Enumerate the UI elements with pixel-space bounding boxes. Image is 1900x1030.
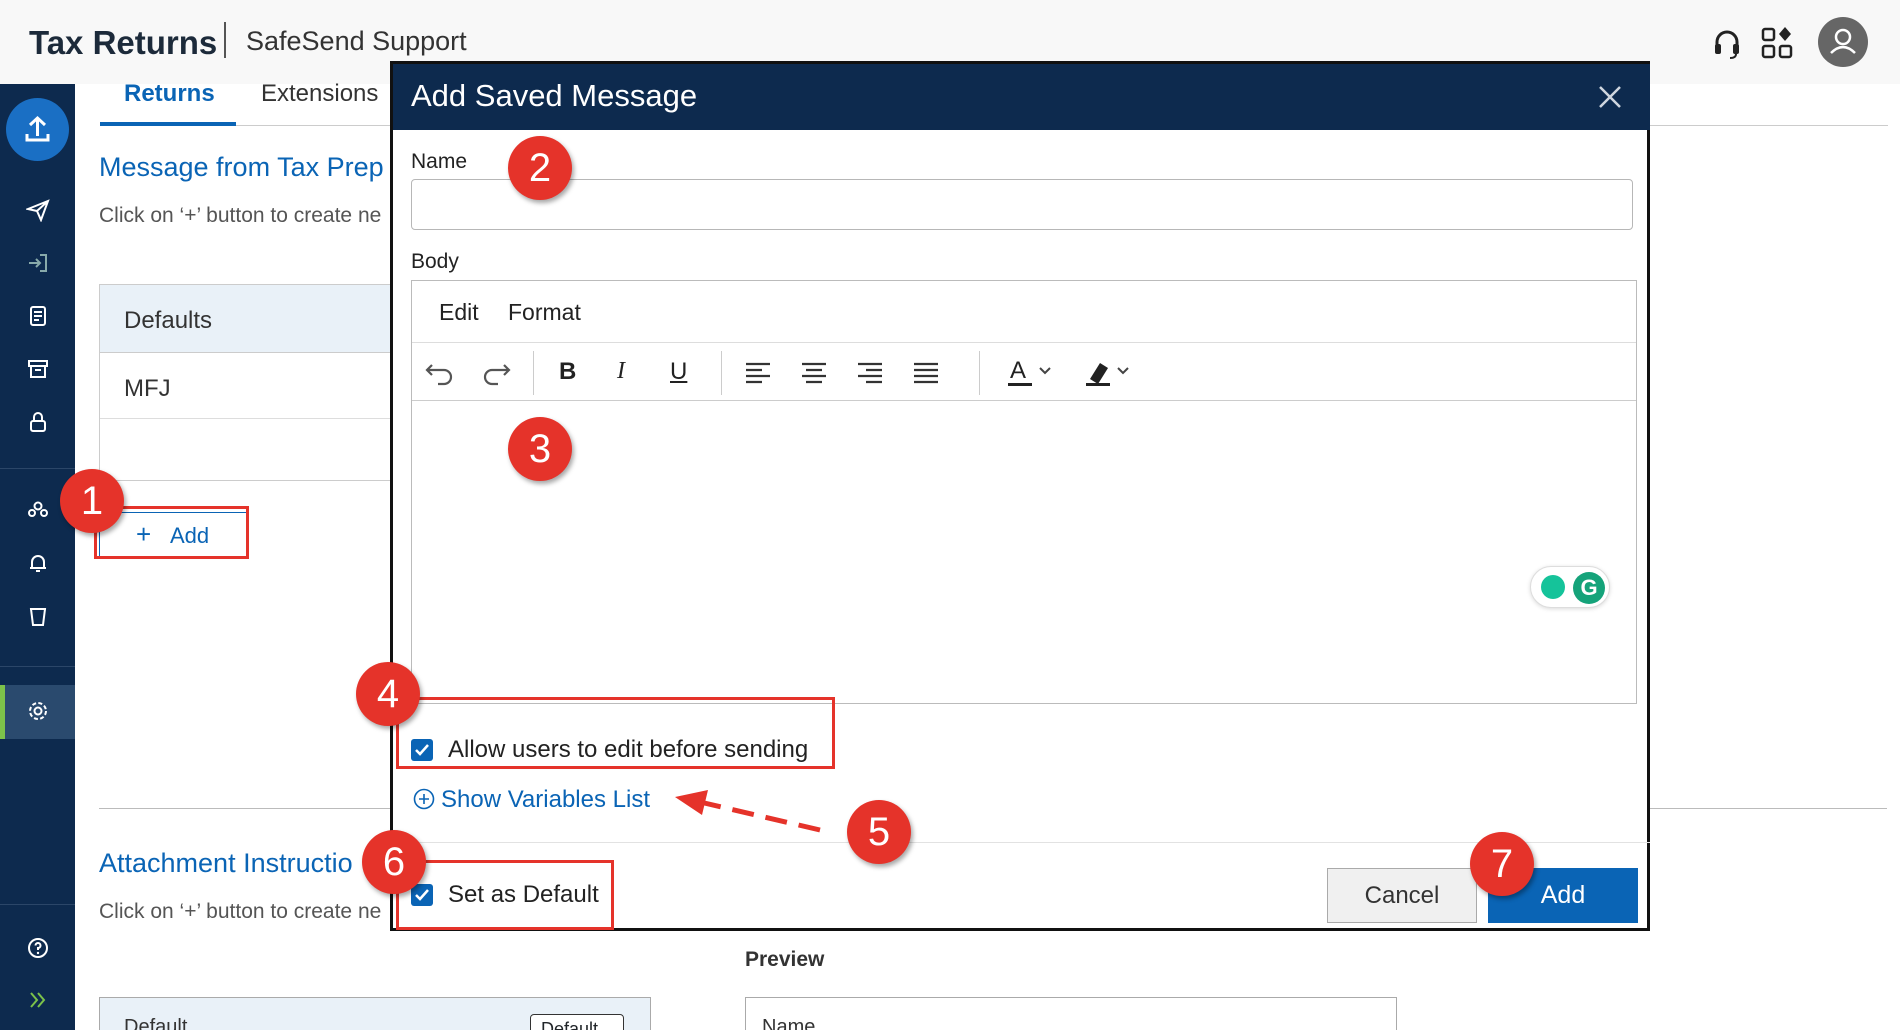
annotation-marker: 7 [1470,832,1534,896]
highlight-box [396,860,614,930]
table-row[interactable]: MFJ [100,353,398,419]
active-tab-indicator [100,122,236,126]
editor-menubar: Edit Format [412,281,1636,343]
rich-text-editor: Edit Format B I U A G [411,280,1637,704]
bold-icon[interactable]: B [547,353,587,391]
toolbar-separator [979,351,980,395]
sign-in-icon[interactable] [0,237,75,287]
bold-glyph: B [559,358,577,385]
toolbar-separator [533,351,534,395]
defaults-table: Defaults MFJ [99,284,399,481]
undo-icon[interactable] [420,353,460,391]
modal-header: Add Saved Message [393,64,1650,130]
annotation-marker: 3 [508,417,572,481]
highlight-box [396,697,835,769]
arrow-annotation [675,790,821,833]
toolbar-separator [721,351,722,395]
annotation-marker: 5 [847,800,911,864]
footer-divider [393,842,1650,843]
title-divider [224,22,226,58]
send-icon[interactable] [0,184,75,234]
italic-icon[interactable]: I [602,353,642,391]
lightbulb-icon [1541,575,1565,599]
annotation-marker: 4 [356,662,420,726]
annotation-marker: 1 [60,469,124,533]
table-cell: Default [124,1016,188,1030]
redo-icon[interactable] [476,353,516,391]
expand-icon[interactable] [0,974,75,1024]
annotation-marker: 2 [508,136,572,200]
trash-icon[interactable] [0,590,75,640]
name-label: Name [411,150,468,173]
apps-grid-icon[interactable] [1758,24,1796,62]
message-section-subtitle: Click on ‘+’ button to create ne [99,204,382,227]
add-saved-message-modal: Add Saved Message Name Body Edit Format … [390,61,1650,931]
align-center-icon[interactable] [794,353,834,391]
sidebar [0,84,75,1030]
help-icon[interactable] [0,922,75,972]
menu-edit[interactable]: Edit [439,299,479,326]
archive-icon[interactable] [0,343,75,393]
body-label: Body [411,250,459,273]
editor-toolbar: B I U A [412,343,1636,401]
message-section-title: Message from Tax Prep [99,152,384,182]
align-left-icon[interactable] [738,353,778,391]
highlight-color-icon[interactable] [1082,353,1140,391]
italic-glyph: I [617,358,625,384]
editor-body[interactable]: G [412,401,1636,703]
justify-icon[interactable] [906,353,946,391]
upload-icon[interactable] [6,98,69,161]
tab-returns[interactable]: Returns [124,80,215,108]
name-input[interactable] [411,179,1633,230]
lock-icon[interactable] [0,396,75,446]
annotation-marker: 6 [362,830,426,894]
table-header: Defaults [100,285,398,353]
attachment-section-title: Attachment Instructio [99,848,353,878]
tab-extensions[interactable]: Extensions [261,80,378,108]
underline-glyph: U [670,358,688,385]
attachment-table: Default Default [99,997,651,1030]
app-title: Tax Returns [29,24,218,61]
grammarly-icon: G [1573,572,1605,604]
close-icon[interactable] [1593,80,1627,114]
cancel-button[interactable]: Cancel [1327,868,1477,923]
nav-separator [0,468,75,469]
align-right-icon[interactable] [850,353,890,391]
default-badge: Default [530,1014,624,1030]
settings-icon[interactable] [0,685,75,739]
nav-separator [0,904,75,905]
preview-box: Name [745,997,1397,1030]
attachment-section-subtitle: Click on ‘+’ button to create ne [99,900,382,923]
document-icon[interactable] [0,290,75,340]
text-color-icon[interactable]: A [1004,353,1062,391]
modal-title: Add Saved Message [411,78,698,113]
plus-circle-icon [413,788,435,810]
bell-icon[interactable] [0,537,75,587]
show-variables-label: Show Variables List [441,786,650,813]
menu-format[interactable]: Format [508,299,581,326]
nav-separator [0,666,75,667]
underline-icon[interactable]: U [658,353,698,391]
org-name: SafeSend Support [246,26,467,56]
grammarly-widget[interactable]: G [1530,566,1610,608]
user-avatar-icon[interactable] [1818,17,1868,67]
preview-name-label: Name [762,1016,816,1030]
preview-label: Preview [745,948,825,971]
headset-icon[interactable] [1708,24,1746,62]
